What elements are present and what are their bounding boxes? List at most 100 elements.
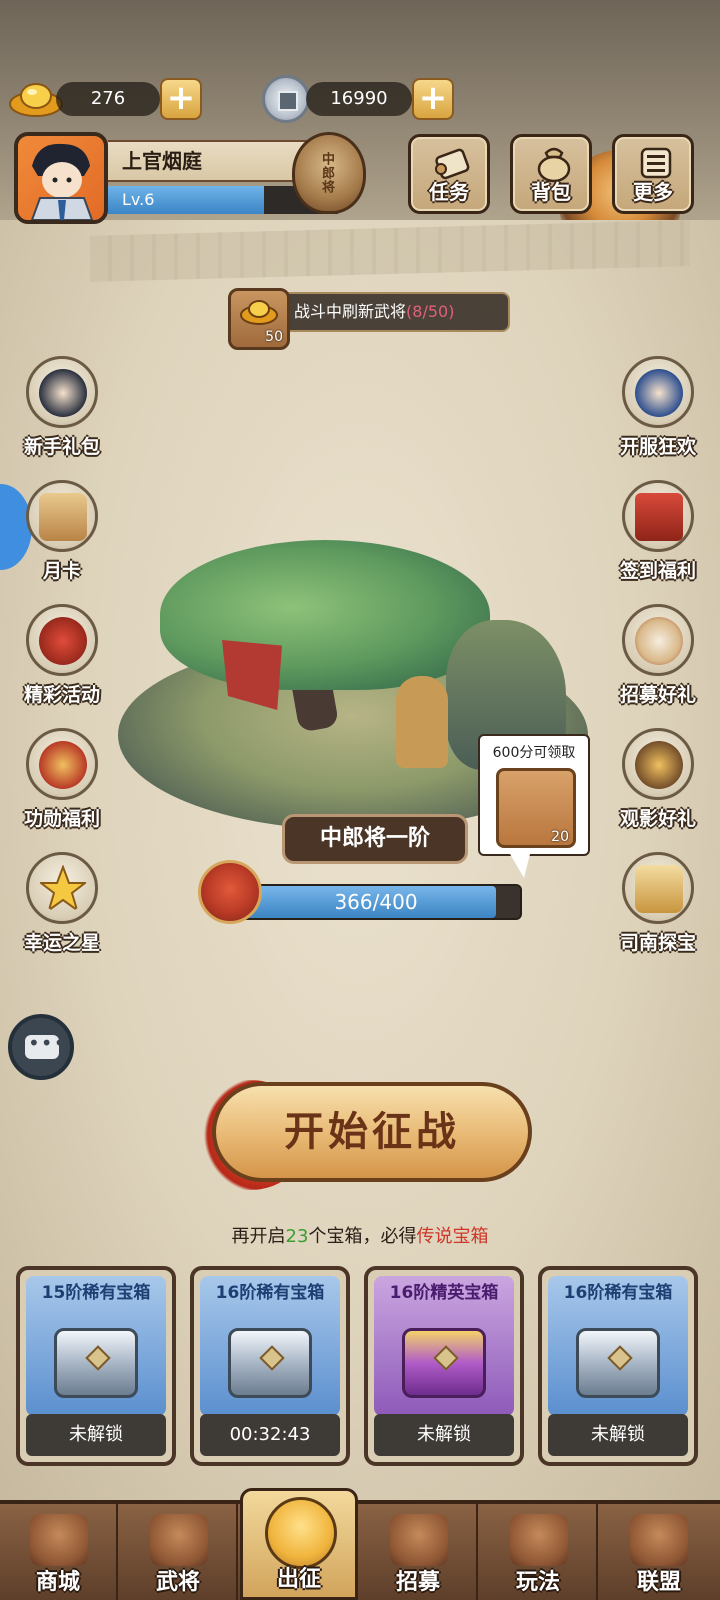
video-reward-label: 观影好礼	[619, 808, 696, 830]
chest-status: 未解锁	[374, 1414, 514, 1456]
chat-button[interactable]	[8, 1014, 74, 1080]
chest-hint-middle: 个宝箱，必得	[308, 1226, 417, 1247]
rank-badge[interactable]: 中郎将	[292, 132, 366, 214]
refresh-hero-banner[interactable]: 战斗中刷新武将(8/50) 50	[228, 288, 510, 350]
reward-count: 20	[551, 829, 569, 845]
nav-alliance-label: 联盟	[636, 1570, 681, 1595]
events-button[interactable]: 精彩活动	[12, 604, 112, 714]
hero-portrait-icon	[30, 143, 94, 220]
nav-battle[interactable]: 出征	[240, 1488, 358, 1600]
nav-recruit-label: 招募	[395, 1570, 440, 1595]
server-carnival-button[interactable]: 开服狂欢	[608, 356, 708, 466]
nav-battle-label: 出征	[276, 1567, 321, 1592]
video-reward-button[interactable]: 观影好礼	[608, 728, 708, 838]
chest-title: 16阶稀有宝箱	[215, 1283, 325, 1303]
elite-chest-icon	[402, 1328, 486, 1398]
silver-currency: 16990 +	[306, 78, 456, 120]
player-name: 上官烟庭	[108, 140, 308, 182]
backpack-label: 背包	[531, 180, 571, 204]
refresh-text: 战斗中刷新武将(8/50)	[268, 292, 510, 332]
carnival-hero-icon	[622, 356, 694, 428]
reward-requirement: 600分可领取	[492, 745, 576, 761]
rare-chest-icon	[54, 1328, 138, 1398]
drum-icon	[622, 604, 694, 676]
rare-chest-icon	[228, 1328, 312, 1398]
server-carnival-label: 开服狂欢	[619, 436, 696, 458]
lucky-star-button[interactable]: 幸运之星	[12, 852, 112, 962]
month-card-label: 月卡	[42, 560, 81, 582]
lucky-star-label: 幸运之星	[23, 932, 100, 954]
nav-shop-label: 商城	[35, 1570, 80, 1595]
chest-slot-2[interactable]: 16阶稀有宝箱 00:32:43	[190, 1266, 350, 1466]
chest-hint: 再开启23个宝箱，必得传说宝箱	[0, 1222, 720, 1248]
nav-gameplay[interactable]: 玩法	[480, 1500, 598, 1600]
compass-treasure-button[interactable]: 司南探宝	[608, 852, 708, 962]
chat-bubble-icon	[25, 1031, 66, 1059]
merit-bag-icon	[26, 728, 98, 800]
newbie-gift-button[interactable]: 新手礼包	[12, 356, 112, 466]
pavilion-icon	[510, 1514, 568, 1566]
tree-canopy	[160, 540, 490, 690]
gold-ingot-small-icon	[240, 300, 278, 325]
tasks-button[interactable]: 任务	[408, 134, 490, 214]
helmet-icon	[150, 1514, 208, 1566]
start-battle-button[interactable]: 开始征战	[190, 1074, 536, 1192]
add-gold-button[interactable]: +	[160, 78, 202, 120]
nav-recruit[interactable]: 招募	[360, 1500, 478, 1600]
refresh-cost: 50	[265, 329, 283, 345]
merit-welfare-label: 功勋福利	[23, 808, 100, 830]
sign-in-label: 签到福利	[619, 560, 696, 582]
nav-alliance[interactable]: 联盟	[600, 1500, 718, 1600]
newbie-gift-label: 新手礼包	[23, 436, 100, 458]
chest-slot-4[interactable]: 16阶稀有宝箱 未解锁	[538, 1266, 698, 1466]
event-bag-icon	[26, 604, 98, 676]
alliance-icon	[630, 1514, 688, 1566]
player-avatar[interactable]	[14, 132, 108, 224]
recruit-gift-button[interactable]: 招募好礼	[608, 604, 708, 714]
hero-gift-icon	[26, 356, 98, 428]
recruit-gift-label: 招募好礼	[619, 684, 696, 706]
chest-title: 15阶稀有宝箱	[41, 1283, 151, 1303]
chest-hint-prefix: 再开启	[231, 1226, 286, 1247]
sign-in-button[interactable]: 签到福利	[608, 480, 708, 590]
events-label: 精彩活动	[23, 684, 100, 706]
player-level: Lv.6	[122, 190, 155, 209]
battle-icon	[265, 1497, 337, 1569]
more-button[interactable]: 更多	[612, 134, 694, 214]
rare-chest-icon	[576, 1328, 660, 1398]
silver-amount: 16990	[306, 82, 412, 116]
training-dummy	[396, 676, 448, 768]
gold-currency: 276 +	[56, 78, 206, 120]
star-icon	[39, 865, 87, 913]
chest-timer: 00:32:43	[200, 1414, 340, 1456]
refresh-cost-icon: 50	[228, 288, 290, 350]
add-silver-button[interactable]: +	[412, 78, 454, 120]
month-card-button[interactable]: 月卡	[12, 480, 112, 590]
compass-treasure-label: 司南探宝	[619, 932, 696, 954]
chest-title: 16阶稀有宝箱	[563, 1283, 673, 1303]
start-battle-label: 开始征战	[212, 1082, 532, 1182]
tasks-label: 任务	[429, 180, 469, 204]
stage-progress-text: 366/400	[334, 890, 418, 914]
chest-slot-1[interactable]: 15阶稀有宝箱 未解锁	[16, 1266, 176, 1466]
nav-generals[interactable]: 武将	[120, 1500, 238, 1600]
stage-reward-bubble[interactable]: 600分可领取 20	[478, 734, 590, 878]
silver-coin-icon	[262, 75, 310, 123]
nav-shop[interactable]: 商城	[0, 1500, 118, 1600]
merit-welfare-button[interactable]: 功勋福利	[12, 728, 112, 838]
backpack-button[interactable]: 背包	[510, 134, 592, 214]
lucky-star-icon	[26, 852, 98, 924]
nav-gameplay-label: 玩法	[515, 1570, 560, 1595]
chest-hint-highlight: 传说宝箱	[416, 1226, 489, 1247]
compass-icon	[622, 852, 694, 924]
month-card-icon	[26, 480, 98, 552]
stage-progress-bar: 366/400	[230, 884, 522, 920]
refresh-count: (8/50)	[406, 302, 455, 321]
stage-title: 中郎将一阶	[282, 814, 468, 864]
gold-amount: 276	[56, 82, 160, 116]
refresh-label: 战斗中刷新武将	[294, 302, 407, 321]
chest-hint-count: 23	[285, 1226, 309, 1247]
more-label: 更多	[633, 180, 673, 204]
recruit-icon	[390, 1514, 448, 1566]
chest-slot-3[interactable]: 16阶精英宝箱 未解锁	[364, 1266, 524, 1466]
